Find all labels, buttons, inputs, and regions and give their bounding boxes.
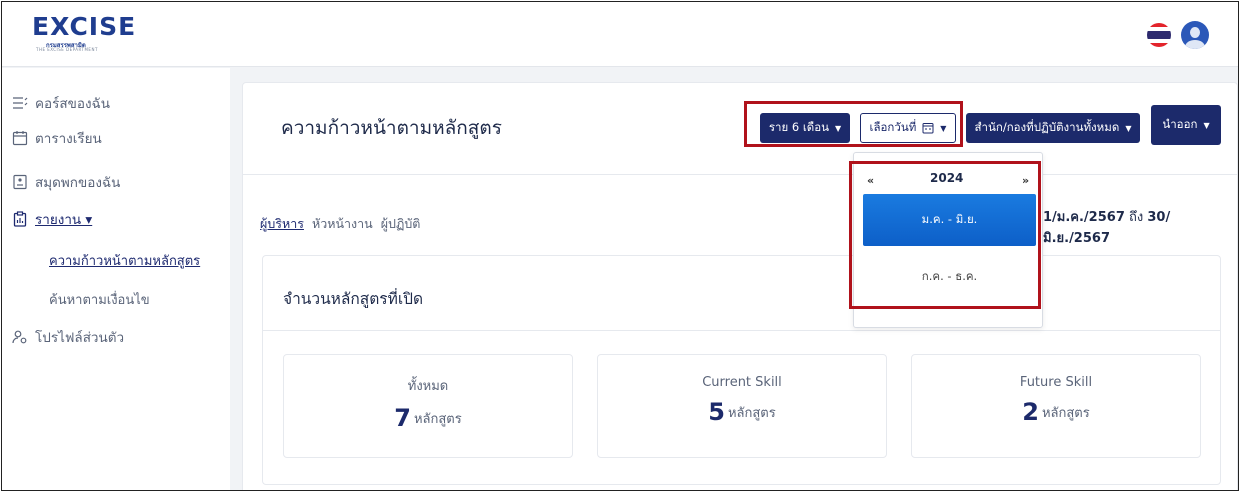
page-title: ความก้าวหน้าตามหลักสูตร [281,117,502,139]
stat-card-current-skill: Current Skill 5 หลักสูตร [597,354,887,458]
tab-supervisor[interactable]: หัวหน้างาน [312,214,373,234]
main-card: ความก้าวหน้าตามหลักสูตร ราย 6 เดือน ▼ เล… [242,82,1238,490]
divider [263,330,1220,331]
divider [243,174,1238,175]
stat-label: ทั้งหมด [407,379,449,394]
stat-card-total: ทั้งหมด 7 หลักสูตร [283,354,573,458]
stat-label: Future Skill [1019,375,1093,390]
export-button[interactable]: นำออก ▼ [1151,105,1221,145]
stat-value: 7 [394,404,411,432]
highlight-box-dropdown [849,161,1041,309]
list-icon [13,97,28,109]
date-range-text: 1/ม.ค./2567 ถึง 30/มิ.ย./2567 [1043,206,1237,248]
sidebar-item-label: คอร์สของฉัน [35,96,110,112]
sidebar-item-label: รายงาน ▾ [35,212,93,228]
sidebar-item-schedule[interactable]: ตารางเรียน [12,127,102,149]
stat-unit: หลักสูตร [727,406,776,421]
user-gear-icon [12,330,27,344]
stat-value: 2 [1022,398,1039,426]
sidebar-item-my-courses[interactable]: คอร์สของฉัน [12,92,110,114]
sidebar-item-report[interactable]: รายงาน ▾ [12,208,92,230]
sidebar-item-label: สมุดพกของฉัน [35,175,121,191]
stat-label: Current Skill [702,375,782,390]
thai-flag-icon[interactable] [1147,23,1171,47]
logo-wordmark: EXCISE [32,12,137,41]
top-bar: EXCISE กรมสรรพสามิต THE EXCISE DEPARTMEN… [2,2,1238,67]
chevron-down-icon: ▼ [1125,123,1132,133]
section-title: จำนวนหลักสูตรที่เปิด [283,290,424,308]
logo-subtitle-en: THE EXCISE DEPARTMENT [36,47,98,52]
highlight-box-period [744,101,963,147]
sidebar-item-profile[interactable]: โปรไฟล์ส่วนตัว [12,326,124,348]
sidebar-item-notebook[interactable]: สมุดพกของฉัน [12,171,120,193]
sidebar-item-label: ตารางเรียน [35,131,102,147]
chevron-down-icon: ▼ [1203,120,1210,130]
notebook-icon [13,174,27,190]
sidebar-subitem-course-progress[interactable]: ความก้าวหน้าตามหลักสูตร [49,250,200,271]
stat-card-future-skill: Future Skill 2 หลักสูตร [911,354,1201,458]
range-start: 1/ม.ค./2567 [1043,210,1125,225]
stat-unit: หลักสูตร [1041,406,1090,421]
sidebar-item-label: โปรไฟล์ส่วนตัว [35,330,125,346]
courses-opened-panel: จำนวนหลักสูตรที่เปิด ทั้งหมด 7 หลักสูตร C… [262,255,1221,485]
clipboard-report-icon [13,211,27,227]
excise-logo[interactable]: EXCISE กรมสรรพสามิต THE EXCISE DEPARTMEN… [32,13,135,53]
tab-executive[interactable]: ผู้บริหาร [260,214,304,234]
office-filter-button[interactable]: สำนัก/กองที่ปฏิบัติงานทั้งหมด ▼ [966,113,1140,143]
sidebar-subitem-search-by-condition[interactable]: ค้นหาตามเงื่อนไข [49,289,150,310]
app-window: EXCISE กรมสรรพสามิต THE EXCISE DEPARTMEN… [1,1,1239,491]
sidebar: คอร์สของฉัน ตารางเรียน สมุดพกของฉัน รายง… [2,68,230,490]
export-label: นำออก [1162,117,1198,131]
stat-value: 5 [708,398,725,426]
calendar-icon [12,131,28,146]
tab-operator[interactable]: ผู้ปฏิบัติ [381,214,421,234]
office-filter-label: สำนัก/กองที่ปฏิบัติงานทั้งหมด [974,120,1120,134]
range-separator: ถึง [1129,210,1144,225]
user-avatar-icon[interactable] [1181,21,1209,49]
role-tabs: ผู้บริหาร หัวหน้างาน ผู้ปฏิบัติ [260,214,420,234]
stat-unit: หลักสูตร [413,412,462,427]
